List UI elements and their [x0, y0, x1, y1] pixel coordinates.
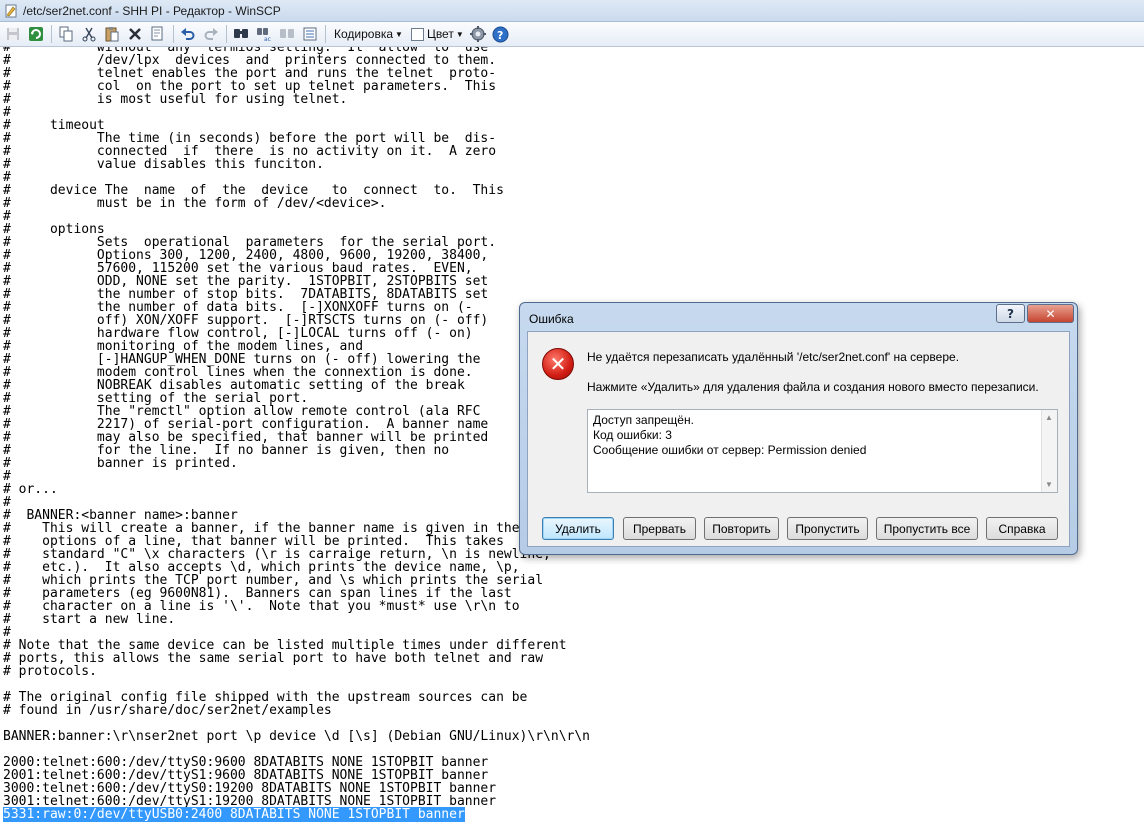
code-line-text: # must be in the form of /dev/<device>. — [3, 196, 387, 211]
title-bar: /etc/ser2net.conf - SHH PI - Редактор - … — [0, 0, 1144, 22]
toolbar-separator — [173, 25, 174, 43]
details-line: Сообщение ошибки от сервер: Permission d… — [593, 443, 867, 457]
code-line[interactable]: # found in /usr/share/doc/ser2net/exampl… — [3, 704, 590, 717]
code-line[interactable]: # value disables this funciton. — [3, 158, 590, 171]
help-icon[interactable]: ? — [491, 24, 511, 44]
find-next-icon[interactable] — [277, 24, 297, 44]
settings-icon[interactable] — [468, 24, 488, 44]
code-line[interactable]: # protocols. — [3, 665, 590, 678]
chevron-down-icon: ▼ — [395, 29, 403, 39]
save-icon[interactable] — [3, 24, 23, 44]
code-line-text: # protocols. — [3, 664, 97, 679]
code-line-text: # is most useful for using telnet. — [3, 92, 348, 107]
svg-text:ac: ac — [264, 36, 271, 42]
error-message: Не удаётся перезаписать удалённый '/etc/… — [587, 350, 960, 364]
delete-button[interactable]: Удалить — [542, 517, 614, 540]
encoding-label: Кодировка — [334, 27, 394, 41]
goto-line-icon[interactable] — [300, 24, 320, 44]
skip-button[interactable]: Пропустить — [787, 517, 868, 540]
color-dropdown[interactable]: Цвет ▼ — [410, 27, 464, 41]
window-title: /etc/ser2net.conf - SHH PI - Редактор - … — [23, 3, 281, 18]
code-line[interactable]: # must be in the form of /dev/<device>. — [3, 197, 590, 210]
cut-icon[interactable] — [79, 24, 99, 44]
copy-icon[interactable] — [56, 24, 76, 44]
code-line[interactable]: # or... — [3, 483, 590, 496]
code-line-text: # or... — [3, 482, 58, 497]
code-line-text: # value disables this funciton. — [3, 157, 324, 172]
color-label: Цвет — [426, 27, 454, 41]
error-details-box[interactable]: Доступ запрещён. Код ошибки: 3 Сообщение… — [587, 409, 1058, 493]
code-line-text: # start a new line. — [3, 612, 176, 627]
editor-content[interactable]: # without any termios setting. It allow … — [3, 47, 590, 822]
code-line-text: 5331:raw:0:/dev/ttyUSB0:2400 8DATABITS N… — [3, 807, 465, 822]
error-hint: Нажмите «Удалить» для удаления файла и с… — [587, 380, 1039, 394]
code-line[interactable]: # is most useful for using telnet. — [3, 93, 590, 106]
details-scrollbar[interactable]: ▲ ▼ — [1041, 410, 1057, 492]
abort-button[interactable]: Прервать — [623, 517, 696, 540]
refresh-icon[interactable] — [26, 24, 46, 44]
error-dialog: Ошибка ? ✕ ✕ Не удаётся перезаписать уда… — [519, 302, 1078, 555]
redo-icon[interactable] — [201, 24, 221, 44]
dialog-body: ✕ Не удаётся перезаписать удалённый '/et… — [527, 331, 1070, 547]
winscp-editor-icon — [5, 4, 17, 17]
error-icon: ✕ — [542, 348, 574, 380]
details-line: Код ошибки: 3 — [593, 428, 672, 442]
encoding-dropdown[interactable]: Кодировка ▼ — [334, 27, 403, 41]
find-icon[interactable] — [231, 24, 251, 44]
code-line[interactable]: # start a new line. — [3, 613, 590, 626]
chevron-down-icon: ▼ — [455, 29, 464, 39]
dialog-title: Ошибка — [529, 312, 574, 326]
help-button[interactable]: Справка — [986, 517, 1058, 540]
paste-icon[interactable] — [102, 24, 122, 44]
scroll-up-icon[interactable]: ▲ — [1045, 413, 1053, 422]
undo-icon[interactable] — [178, 24, 198, 44]
toolbar-separator — [51, 25, 52, 43]
find-file-icon[interactable] — [148, 24, 168, 44]
code-line-text: BANNER:banner:\r\nser2net port \p device… — [3, 729, 590, 744]
selected-code-line[interactable]: 5331:raw:0:/dev/ttyUSB0:2400 8DATABITS N… — [3, 807, 590, 822]
scroll-down-icon[interactable]: ▼ — [1045, 480, 1053, 489]
details-line: Доступ запрещён. — [593, 413, 694, 427]
toolbar: ac Кодировка ▼ Цвет ▼ ? — [0, 22, 1144, 47]
code-line[interactable]: # banner is printed. — [3, 457, 590, 470]
replace-icon[interactable]: ac — [254, 24, 274, 44]
color-checkbox[interactable] — [410, 27, 424, 41]
skip-all-button[interactable]: Пропустить все — [876, 517, 978, 540]
toolbar-separator — [226, 25, 227, 43]
svg-text:?: ? — [497, 29, 503, 42]
retry-button[interactable]: Повторить — [704, 517, 779, 540]
code-line[interactable]: BANNER:banner:\r\nser2net port \p device… — [3, 730, 590, 743]
code-line[interactable]: # — [3, 470, 590, 483]
code-line-text: # found in /usr/share/doc/ser2net/exampl… — [3, 703, 332, 718]
toolbar-separator — [325, 25, 326, 43]
dialog-help-button[interactable]: ? — [996, 304, 1025, 323]
dialog-close-button[interactable]: ✕ — [1027, 304, 1074, 323]
code-line-text: # banner is printed. — [3, 456, 238, 471]
delete-icon[interactable] — [125, 24, 145, 44]
